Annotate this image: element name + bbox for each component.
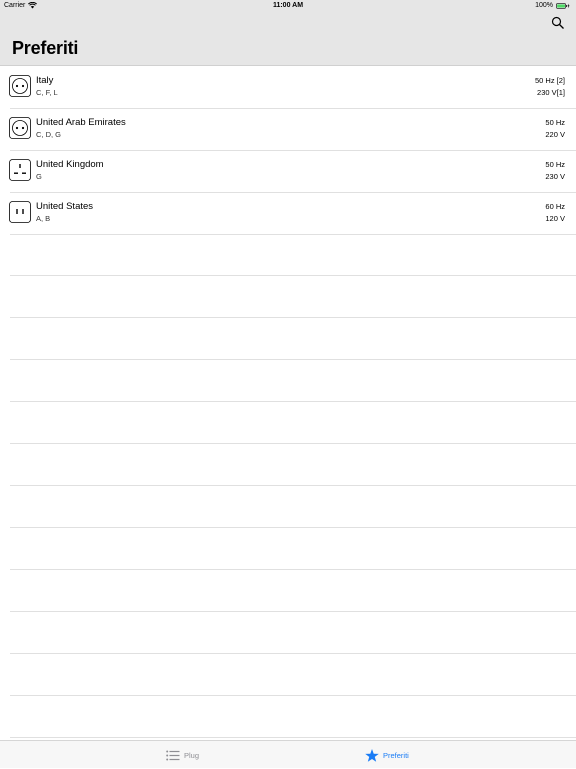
voltage: 230 V [545,172,565,181]
list-item[interactable]: United Arab Emirates C, D, G 50 Hz 220 V [0,108,576,151]
list-item[interactable]: Italy C, F, L 50 Hz [2] 230 V[1] [0,66,576,109]
empty-row [10,276,576,318]
empty-row [10,486,576,528]
empty-row [10,234,576,276]
plug-types: A, B [36,214,51,223]
country-name: United Kingdom [36,159,104,170]
list-item[interactable]: United States A, B 60 Hz 120 V [0,192,576,235]
plug-types: C, D, G [36,130,62,139]
tab-preferiti[interactable]: Preferiti [365,741,409,769]
list-icon [166,750,180,760]
empty-row [10,654,576,696]
country-name: United Arab Emirates [36,117,126,128]
charging-icon [567,3,570,9]
socket-round-icon [9,75,31,97]
empty-row [10,570,576,612]
empty-row [10,318,576,360]
country-name: Italy [36,75,54,86]
clock: 11:00 AM [272,2,304,9]
voltage: 230 V[1] [537,88,565,97]
empty-row [10,696,576,738]
socket-us-icon [9,201,31,223]
voltage: 220 V [545,130,565,139]
empty-row [10,612,576,654]
plug-types: C, F, L [36,88,58,97]
list-item[interactable]: United Kingdom G 50 Hz 230 V [0,150,576,193]
status-bar: Carrier 11:00 AM 100% [0,0,576,12]
empty-row [10,360,576,402]
frequency: 60 Hz [545,202,565,211]
tab-label: Preferiti [383,750,409,760]
socket-round-icon [9,117,31,139]
frequency: 50 Hz [545,160,565,169]
tab-label: Plug [184,750,200,760]
plug-types: G [36,172,42,181]
socket-uk-icon [9,159,31,181]
country-name: United States [36,201,94,212]
battery-icon [556,3,570,9]
tab-plug[interactable]: Plug [166,741,199,769]
frequency: 50 Hz [2] [534,76,565,85]
tab-bar: Plug Preferiti [0,740,576,768]
star-icon [365,748,379,762]
empty-row [10,444,576,486]
voltage: 120 V [545,214,565,223]
empty-row [10,402,576,444]
navigation-bar: Preferiti [0,12,576,66]
page-title: Preferiti [12,38,79,58]
empty-row [10,528,576,570]
favorites-list: Italy C, F, L 50 Hz [2] 230 V[1] United … [0,66,576,738]
battery-percentage: 100% [535,2,553,9]
frequency: 50 Hz [545,118,565,127]
search-icon[interactable] [551,16,565,30]
